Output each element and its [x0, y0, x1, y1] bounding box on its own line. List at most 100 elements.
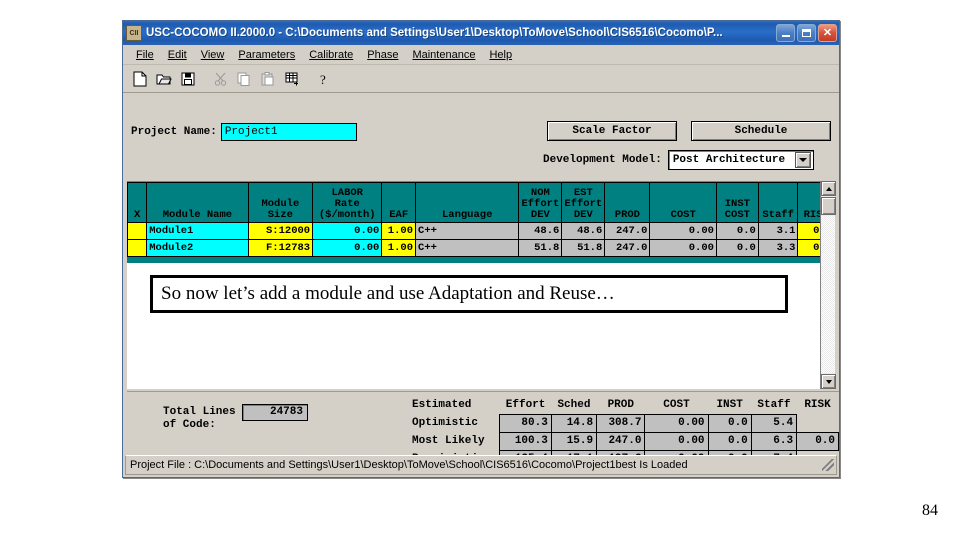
estimate-header-staff: Staff — [757, 398, 791, 411]
grid-teal-filler — [127, 257, 835, 263]
menu-item-phase[interactable]: Phase — [360, 47, 405, 63]
total-lines-label: Total Lines of Code: — [163, 406, 236, 431]
row0-staff: 3.1 — [757, 222, 799, 240]
table-row[interactable]: Module1 S:12000 0.00 1.00 C++ 48.6 48.6 … — [127, 222, 835, 240]
table-row[interactable]: Module2 F:12783 0.00 1.00 C++ 51.8 51.8 … — [127, 239, 835, 257]
minimize-icon — [781, 34, 790, 37]
row1-prod: 247.0 — [604, 239, 651, 257]
project-name-input[interactable]: Project1 — [220, 123, 357, 141]
estimate-most-likely-staff: 6.3 — [750, 431, 798, 451]
development-model-label: Development Model: — [543, 154, 662, 166]
row0-prod: 247.0 — [604, 222, 651, 240]
grid-header-est-effort-dev: EST Effort DEV — [561, 182, 606, 223]
add-module-icon — [285, 72, 300, 86]
chevron-down-icon[interactable] — [794, 152, 811, 168]
estimate-optimistic-prod: 308.7 — [596, 413, 646, 433]
estimate-most-likely-effort: 100.3 — [499, 431, 552, 451]
row1-inst-cost: 0.0 — [715, 239, 759, 257]
estimate-header-effort: Effort — [505, 398, 546, 411]
close-button[interactable]: ✕ — [818, 24, 837, 42]
project-name-label: Project Name: — [131, 126, 217, 138]
estimate-optimistic-staff: 5.4 — [750, 413, 798, 433]
scroll-down-icon — [825, 379, 832, 384]
new-file-button[interactable] — [129, 68, 151, 89]
row0-nom-effort: 48.6 — [518, 222, 563, 240]
row1-language[interactable]: C++ — [415, 239, 520, 257]
menu-item-edit[interactable]: Edit — [161, 47, 194, 63]
resize-grip-icon[interactable] — [822, 459, 834, 471]
row1-module-size[interactable]: F:12783 — [247, 239, 314, 257]
scroll-up-button[interactable] — [821, 181, 836, 196]
scale-factor-button[interactable]: Scale Factor — [547, 121, 677, 141]
row1-nom-effort: 51.8 — [518, 239, 563, 257]
schedule-button[interactable]: Schedule — [691, 121, 831, 141]
grid-vertical-scrollbar[interactable] — [820, 181, 836, 389]
grid-header-x: X — [127, 182, 148, 223]
row1-select-cell[interactable] — [127, 239, 148, 257]
app-icon: CII — [126, 25, 142, 41]
copy-icon — [237, 72, 251, 86]
row0-eaf[interactable]: 1.00 — [381, 222, 417, 240]
estimate-optimistic-risk — [797, 414, 839, 432]
grid-header-cost: COST — [649, 182, 717, 223]
estimate-header-row: Estimated Effort Sched PROD COST INST St… — [409, 396, 839, 414]
scrollbar-thumb[interactable] — [821, 197, 836, 215]
development-model-select[interactable]: Post Architecture — [667, 150, 814, 170]
table-row: Most Likely 100.3 15.9 247.0 0.00 0.0 6.… — [409, 431, 839, 451]
row1-module-name[interactable]: Module2 — [146, 239, 249, 257]
menu-item-view[interactable]: View — [194, 47, 232, 63]
row0-inst-cost: 0.0 — [715, 222, 759, 240]
row1-staff: 3.3 — [757, 239, 799, 257]
add-module-button[interactable] — [281, 68, 303, 89]
estimate-most-likely-cost: 0.00 — [644, 431, 709, 451]
close-icon: ✕ — [822, 26, 833, 39]
minimize-button[interactable] — [776, 24, 795, 42]
svg-text:?: ? — [320, 72, 326, 86]
row1-est-effort: 51.8 — [561, 239, 606, 257]
maximize-icon — [802, 29, 811, 37]
row0-select-cell[interactable] — [127, 222, 148, 240]
row0-labor-rate[interactable]: 0.00 — [312, 222, 383, 240]
estimate-header-cost: COST — [663, 398, 690, 411]
estimate-header-inst: INST — [716, 398, 743, 411]
estimate-header-estimated: Estimated — [412, 399, 472, 411]
toolbar: ? — [123, 65, 839, 93]
row0-module-size[interactable]: S:12000 — [247, 222, 314, 240]
new-file-icon — [133, 71, 147, 87]
menu-item-parameters[interactable]: Parameters — [231, 47, 302, 63]
menu-item-calibrate[interactable]: Calibrate — [302, 47, 360, 63]
save-button[interactable] — [177, 68, 199, 89]
development-model-value: Post Architecture — [672, 154, 786, 166]
paste-icon — [261, 71, 275, 86]
row1-labor-rate[interactable]: 0.00 — [312, 239, 383, 257]
scroll-down-button[interactable] — [821, 374, 836, 389]
estimate-header-sched: Sched — [557, 398, 591, 411]
maximize-button[interactable] — [797, 24, 816, 42]
row0-language[interactable]: C++ — [415, 222, 520, 240]
menu-item-help[interactable]: Help — [482, 47, 519, 63]
estimate-header-risk: RISK — [804, 399, 831, 411]
menu-item-maintenance[interactable]: Maintenance — [405, 47, 482, 63]
grid-header-language: Language — [415, 182, 520, 223]
open-folder-button[interactable] — [153, 68, 175, 89]
row1-cost: 0.00 — [649, 239, 717, 257]
estimate-optimistic-effort: 80.3 — [499, 413, 552, 433]
slide-canvas: CII USC-COCOMO II.2000.0 - C:\Documents … — [0, 0, 960, 540]
scrollbar-track[interactable] — [821, 216, 835, 373]
grid-header-staff: Staff — [757, 182, 799, 223]
save-disk-icon — [181, 72, 195, 86]
menu-item-file[interactable]: File — [129, 47, 161, 63]
estimate-row-optimistic-label: Optimistic — [412, 417, 479, 429]
cut-button[interactable] — [209, 68, 231, 89]
grid-header-module-name: Module Name — [146, 182, 249, 223]
grid-header-nom-effort-dev: NOM Effort DEV — [518, 182, 563, 223]
help-button[interactable]: ? — [313, 68, 335, 89]
row0-module-name[interactable]: Module1 — [146, 222, 249, 240]
row1-eaf[interactable]: 1.00 — [381, 239, 417, 257]
estimate-most-likely-prod: 247.0 — [596, 431, 646, 451]
paste-button[interactable] — [257, 68, 279, 89]
copy-button[interactable] — [233, 68, 255, 89]
row0-cost: 0.00 — [649, 222, 717, 240]
menu-maintenance-label: Maintenance — [412, 48, 476, 61]
project-name-row: Project Name: Project1 — [131, 123, 357, 141]
